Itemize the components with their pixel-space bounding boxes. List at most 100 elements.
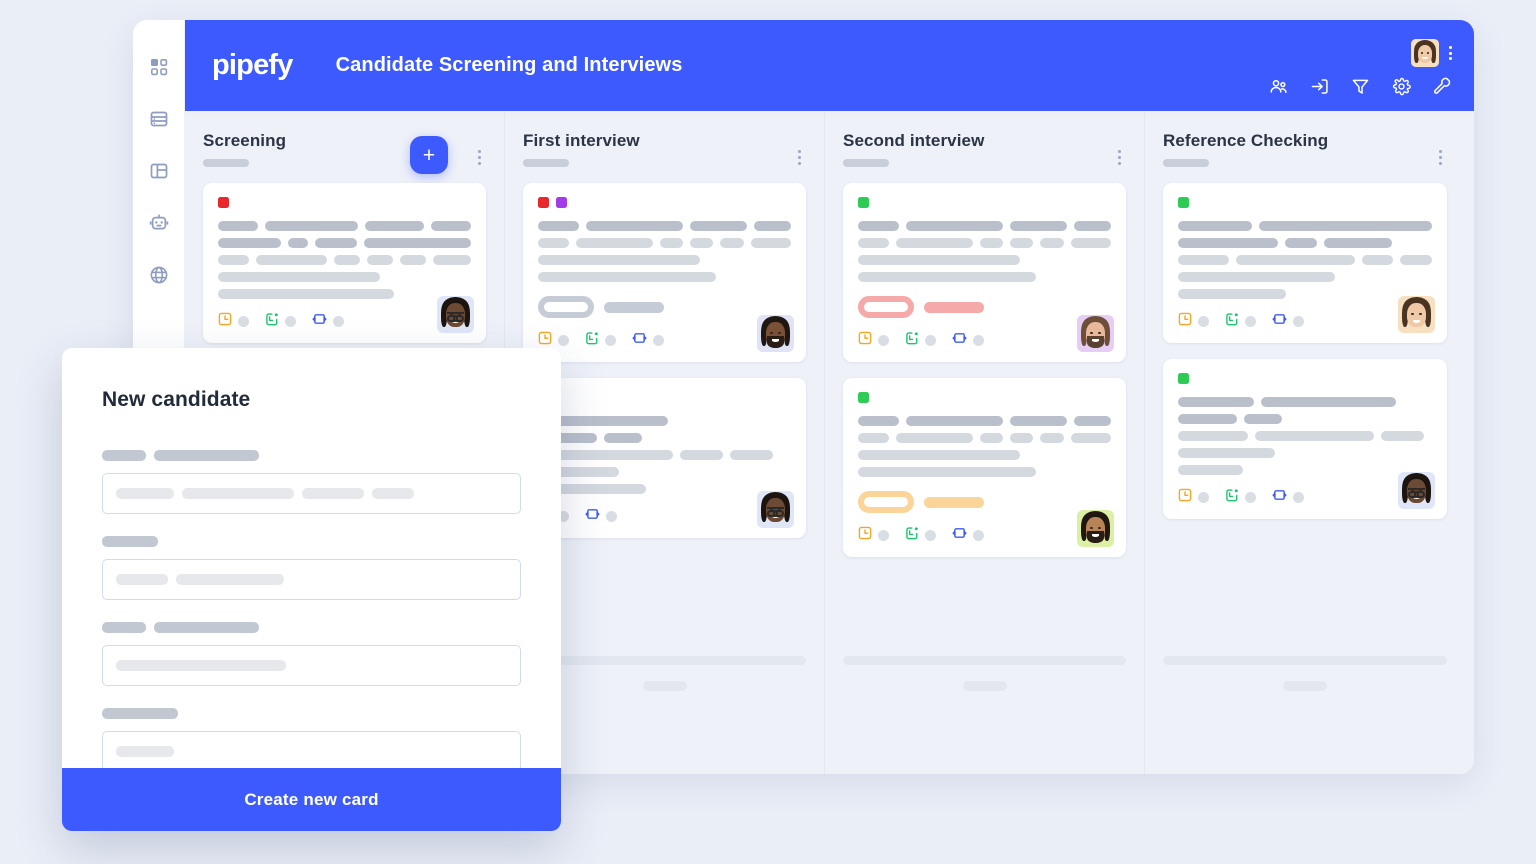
filter-funnel-icon[interactable] [1351, 77, 1370, 96]
import-inbox-icon[interactable] [1310, 77, 1329, 96]
board-column: Second interview [825, 111, 1145, 774]
column-menu-button[interactable] [795, 147, 804, 168]
members-people-icon[interactable] [1269, 77, 1288, 96]
card-text-skeleton-row [1178, 289, 1432, 299]
card-icon-row [858, 331, 1111, 350]
field-input[interactable] [102, 731, 521, 772]
card-tag[interactable] [538, 197, 549, 208]
avatar[interactable] [437, 296, 474, 333]
header-toolbar [1269, 77, 1452, 96]
column-menu-button[interactable] [475, 147, 484, 168]
create-new-card-button[interactable]: Create new card [62, 768, 561, 831]
kanban-card[interactable] [523, 183, 806, 362]
settings-gear-icon[interactable] [1392, 77, 1411, 96]
card-tag[interactable] [1178, 373, 1189, 384]
avatar[interactable] [1398, 472, 1435, 509]
card-tags [538, 392, 791, 403]
card-tags [218, 197, 471, 208]
loop-blue-icon[interactable] [312, 312, 327, 331]
add-card-button[interactable]: + [410, 136, 448, 174]
card-tag[interactable] [218, 197, 229, 208]
header-kebab-menu[interactable] [1447, 44, 1454, 62]
card-icon-count-dot [238, 316, 249, 327]
card-tag[interactable] [858, 392, 869, 403]
sidebar-item-layout[interactable] [146, 158, 172, 184]
card-text-skeleton-row [538, 433, 791, 443]
card-tags [858, 197, 1111, 208]
footer-pill-skeleton [1283, 681, 1327, 691]
sidebar-item-globe[interactable] [146, 262, 172, 288]
card-text-skeleton-row [538, 255, 791, 265]
board-column: Reference Checking [1145, 111, 1465, 774]
column-menu-button[interactable] [1436, 147, 1445, 168]
modal-body: New candidate [62, 348, 561, 772]
column-menu-button[interactable] [1115, 147, 1124, 168]
card-badge-solid [924, 496, 984, 508]
loop-blue-icon[interactable] [952, 331, 967, 350]
card-badge-outline [538, 296, 594, 318]
calendar-green-icon[interactable] [585, 331, 599, 350]
card-tag[interactable] [556, 197, 567, 208]
app-header: pipefy Candidate Screening and Interview… [185, 20, 1474, 111]
sidebar-item-dashboard[interactable] [146, 54, 172, 80]
clock-orange-icon[interactable] [218, 312, 232, 331]
field-input[interactable] [102, 473, 521, 514]
avatar[interactable] [1077, 510, 1114, 547]
calendar-green-icon[interactable] [905, 526, 919, 545]
footer-pill-skeleton [962, 681, 1007, 691]
card-text-skeleton-row [858, 221, 1111, 231]
card-text-skeleton-row [218, 221, 471, 231]
calendar-green-icon[interactable] [905, 331, 919, 350]
kanban-card[interactable] [203, 183, 486, 343]
column-title: Second interview [843, 131, 985, 150]
clock-orange-icon[interactable] [1178, 488, 1192, 507]
modal-title: New candidate [102, 388, 251, 411]
card-badge-row [858, 296, 1111, 318]
card-icon-row [1178, 312, 1432, 331]
card-icon-count-dot [1198, 492, 1209, 503]
page-title: Candidate Screening and Interviews [335, 54, 683, 76]
loop-blue-icon[interactable] [952, 526, 967, 545]
card-text-skeleton-row [858, 238, 1111, 248]
card-icon-row [218, 312, 471, 331]
card-tag[interactable] [1178, 197, 1189, 208]
card-text-skeleton-row [538, 467, 791, 477]
loop-blue-icon[interactable] [1272, 312, 1287, 331]
card-icon-row [858, 526, 1111, 545]
kanban-card[interactable] [843, 378, 1126, 557]
sidebar-item-database[interactable] [146, 106, 172, 132]
card-text-skeleton-row [1178, 255, 1432, 265]
footer-bar-skeleton [843, 656, 1126, 665]
modal-field [102, 536, 521, 600]
clock-orange-icon[interactable] [858, 331, 872, 350]
field-input[interactable] [102, 645, 521, 686]
calendar-green-icon[interactable] [265, 312, 279, 331]
avatar[interactable] [757, 315, 794, 352]
kanban-card[interactable] [1163, 359, 1447, 519]
kanban-card[interactable] [523, 378, 806, 538]
field-input[interactable] [102, 559, 521, 600]
loop-blue-icon[interactable] [585, 507, 600, 526]
card-tag[interactable] [858, 197, 869, 208]
loop-blue-icon[interactable] [632, 331, 647, 350]
wrench-tools-icon[interactable] [1433, 77, 1452, 96]
avatar-woman [1398, 296, 1435, 333]
avatar-glasses-man [437, 296, 474, 333]
kanban-card[interactable] [1163, 183, 1447, 343]
clock-orange-icon[interactable] [1178, 312, 1192, 331]
clock-orange-icon[interactable] [858, 526, 872, 545]
calendar-green-icon[interactable] [1225, 488, 1239, 507]
modal-form-fields [102, 450, 521, 772]
robot-automation-icon [149, 213, 169, 233]
avatar[interactable] [1398, 296, 1435, 333]
calendar-green-icon[interactable] [1225, 312, 1239, 331]
sidebar-item-automation[interactable] [146, 210, 172, 236]
new-candidate-modal: New candidate Create new card [62, 348, 561, 831]
card-text-skeleton-row [538, 450, 791, 460]
card-badge-outline [858, 491, 914, 513]
avatar[interactable] [1077, 315, 1114, 352]
avatar[interactable] [1411, 39, 1439, 67]
avatar[interactable] [757, 491, 794, 528]
kanban-card[interactable] [843, 183, 1126, 362]
loop-blue-icon[interactable] [1272, 488, 1287, 507]
